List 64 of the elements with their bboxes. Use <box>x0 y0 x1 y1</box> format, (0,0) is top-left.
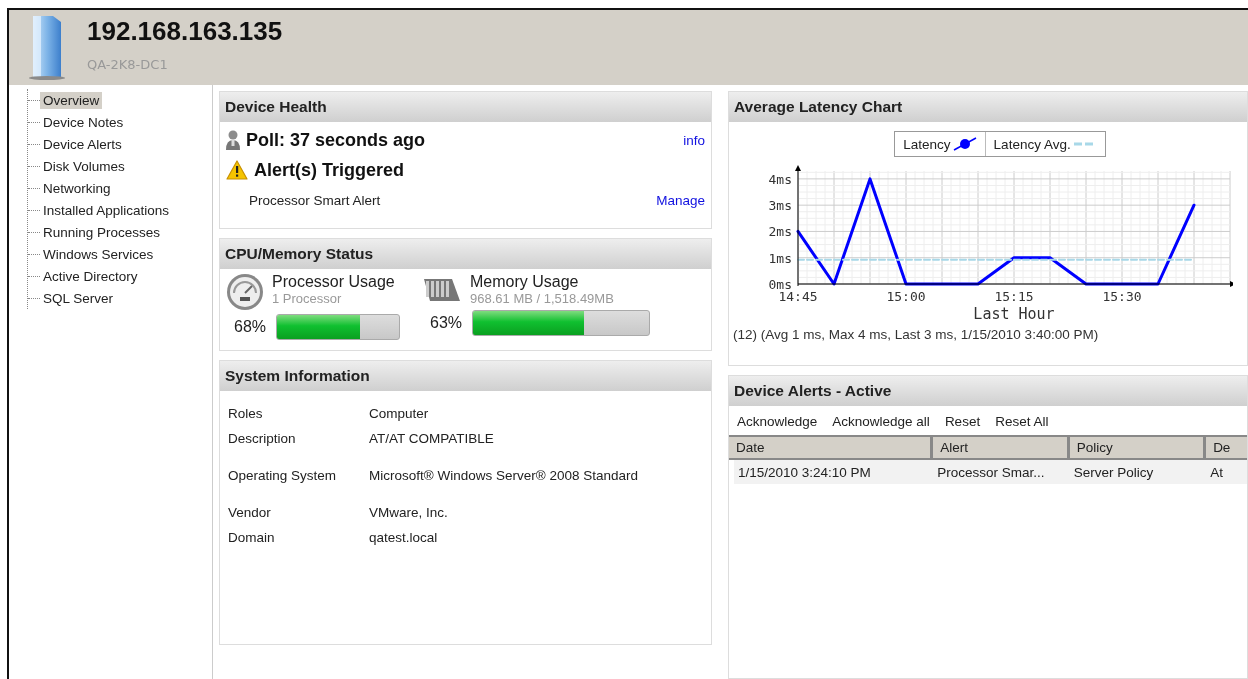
person-icon <box>226 130 240 150</box>
chart-summary: (12) (Avg 1 ms, Max 4 ms, Last 3 ms, 1/15/2010 3:40:00 PM) <box>732 326 1100 344</box>
action-link[interactable]: Reset <box>944 414 981 429</box>
legend-label: Latency <box>903 136 951 152</box>
x-tick-label: 14:45 <box>778 289 818 304</box>
tree-item[interactable]: Overview <box>40 91 103 109</box>
device-address: 192.168.163.135 <box>87 16 283 47</box>
info-label: Description <box>228 430 297 448</box>
action-link[interactable]: Acknowledge <box>737 414 818 429</box>
gauge-icon <box>226 273 264 311</box>
action-link[interactable]: Reset All <box>995 414 1049 429</box>
x-tick-label: 15:30 <box>1102 289 1142 304</box>
table-cell-text: At <box>1209 463 1224 482</box>
tree-item[interactable]: Windows Services <box>40 245 157 263</box>
info-label: Domain <box>228 529 276 547</box>
y-tick-label: 4ms <box>768 171 792 187</box>
y-tick-label: 1ms <box>768 250 792 266</box>
meter-name: Memory Usage <box>470 273 580 291</box>
action-link[interactable]: Acknowledge all <box>832 414 930 429</box>
table-cell-text: Processor Smar... <box>936 463 1046 482</box>
column-header[interactable]: De <box>1206 437 1247 458</box>
meter-name: Processor Usage <box>272 273 395 291</box>
usage-percent: 63% <box>430 314 463 332</box>
info-value: VMware, Inc. <box>369 504 449 522</box>
panel-title: Average Latency Chart <box>729 92 1247 122</box>
device-name: QA-2K8-DC1 <box>87 57 169 72</box>
tree-item[interactable]: SQL Server <box>40 289 117 307</box>
usage-percent: 68% <box>234 318 267 336</box>
info-value: qatest.local <box>369 529 439 547</box>
alert-name: Processor Smart Alert <box>249 192 381 208</box>
tree-item[interactable]: Active Directory <box>40 267 141 285</box>
alert-heading: Alert(s) Triggered <box>254 159 405 181</box>
y-tick-label: 3ms <box>768 198 792 214</box>
manage-link[interactable]: Manage <box>656 192 705 208</box>
tree-item[interactable]: Device Alerts <box>40 135 125 153</box>
meter-detail: 1 Processor <box>272 291 343 306</box>
panel-title: Device Health <box>220 92 711 122</box>
legend-label: Latency Avg. <box>993 136 1071 152</box>
y-tick-label: 2ms <box>768 224 792 240</box>
tree-item[interactable]: Disk Volumes <box>40 157 128 175</box>
panel-title: System Information <box>220 361 711 391</box>
tree-item[interactable]: Device Notes <box>40 113 127 131</box>
info-value: Computer <box>369 405 430 423</box>
info-label: Vendor <box>228 504 272 522</box>
panel-title: CPU/Memory Status <box>220 239 711 269</box>
y-tick-label: 0ms <box>768 277 792 292</box>
tree-item[interactable]: Running Processes <box>40 223 164 241</box>
info-value: Microsoft® Windows Server® 2008 Standard <box>369 467 639 485</box>
x-tick-label: 15:00 <box>886 289 926 304</box>
x-axis-title: Last Hour <box>973 305 1055 323</box>
info-link[interactable]: info <box>683 132 705 148</box>
info-value: AT/AT COMPATIBLE <box>369 430 495 448</box>
tree-item[interactable]: Installed Applications <box>40 201 173 219</box>
info-label: Operating System <box>228 467 338 485</box>
table-cell-text: Server Policy <box>1072 463 1155 482</box>
x-tick-label: 15:15 <box>994 289 1034 304</box>
warning-icon <box>226 160 248 180</box>
panel-title: Device Alerts - Active <box>729 376 1247 406</box>
server-icon <box>27 14 67 80</box>
info-label: Roles <box>228 405 264 423</box>
table-cell-text: 1/15/2010 3:24:10 PM <box>737 463 872 482</box>
tree-item[interactable]: Networking <box>40 179 114 197</box>
meter-detail: 968.61 MB / 1,518.49MB <box>470 291 614 306</box>
poll-status: Poll: 37 seconds ago <box>246 129 426 151</box>
